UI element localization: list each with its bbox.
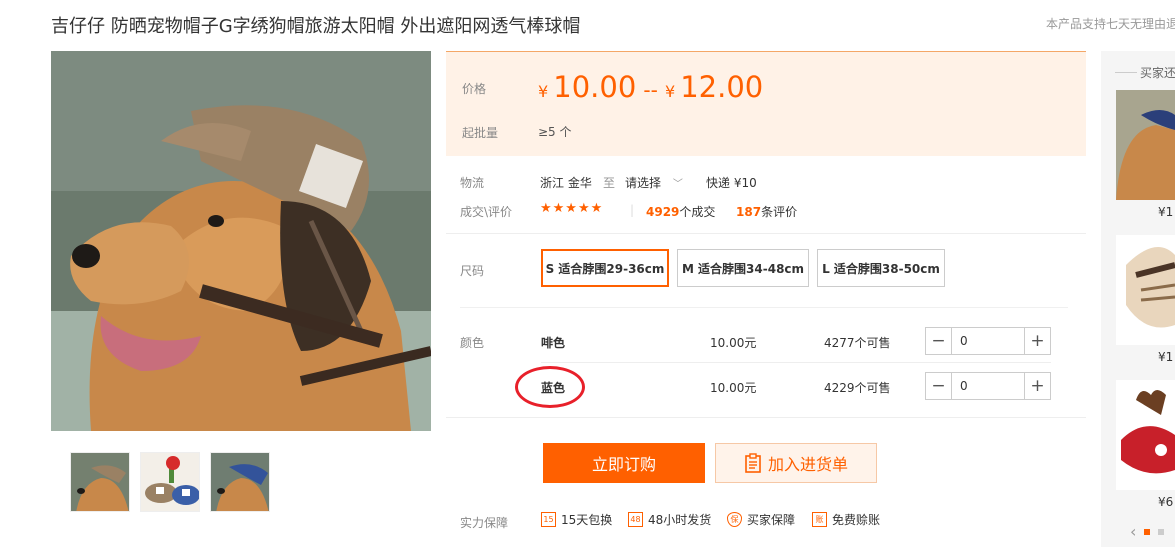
plus-icon[interactable]: + [1024, 328, 1050, 354]
price-max: 12.00 [680, 70, 764, 104]
recommend-price-3: ¥6 [1158, 495, 1174, 509]
divider [541, 362, 1051, 363]
15-icon: 15 [541, 512, 556, 527]
deals-label: 成交\评价 [460, 205, 513, 219]
guarantee-text: 买家保障 [747, 513, 796, 527]
recommend-pager: ‹ [1130, 522, 1165, 541]
color-price-blue: 10.00元 [710, 381, 757, 395]
quantity-input-brown[interactable]: 0 [952, 328, 1024, 354]
price-min: 10.00 [553, 70, 637, 104]
thumbnail-1[interactable] [70, 452, 130, 512]
color-label: 颜色 [460, 336, 485, 350]
minus-icon[interactable]: − [926, 373, 952, 399]
order-now-button[interactable]: 立即订购 [543, 443, 705, 483]
divider [446, 417, 1086, 418]
divider [460, 307, 1068, 308]
guarantee-item-3[interactable]: 保 买家保障 [727, 511, 795, 528]
recommend-item-3[interactable] [1116, 380, 1175, 490]
color-stock-brown: 4277个可售 [824, 336, 891, 350]
reviews-suffix: 条评价 [761, 205, 798, 219]
orders-count: 4929 [646, 205, 680, 219]
quantity-stepper-blue: − 0 + [925, 372, 1051, 400]
recommend-price-1: ¥1 [1158, 205, 1174, 219]
chevron-down-icon: ﹀ [672, 179, 683, 190]
highlight-circle-annotation [515, 366, 585, 408]
orders-suffix: 个成交 [679, 205, 716, 219]
logistics-label: 物流 [460, 176, 485, 190]
recommend-item-2[interactable] [1116, 235, 1175, 345]
recommend-title: 买家还 [1140, 66, 1175, 80]
product-main-image[interactable] [51, 51, 431, 431]
logistics-origin: 浙江 金华 [540, 176, 592, 190]
moq-label: 起批量 [462, 126, 499, 140]
product-title: 吉仔仔 防晒宠物帽子G字绣狗帽旅游太阳帽 外出遮阳网透气棒球帽 [51, 16, 581, 37]
add-to-cart-button[interactable]: 加入进货单 [715, 443, 877, 483]
currency-symbol: ¥ [664, 82, 676, 101]
moq-value: ≥5 个 [538, 125, 572, 139]
reviews-count-block[interactable]: 187条评价 [736, 203, 797, 220]
recommend-item-1[interactable] [1116, 90, 1175, 200]
express-fee: 快递 ¥10 [706, 176, 757, 190]
divider [446, 233, 1086, 234]
color-name-brown: 啡色 [541, 336, 566, 350]
quantity-input-blue[interactable]: 0 [952, 373, 1024, 399]
guarantee-text: 48小时发货 [648, 513, 712, 527]
minus-icon[interactable]: − [926, 328, 952, 354]
guarantee-item-4[interactable]: 账 免费赊账 [812, 511, 880, 528]
clipboard-icon [745, 453, 761, 473]
thumbnail-2[interactable] [140, 452, 200, 512]
pager-dot-active[interactable] [1144, 528, 1151, 535]
price-separator: -- [643, 78, 658, 102]
destination-value: 请选择 [625, 176, 662, 190]
48-icon: 48 [628, 512, 643, 527]
side-title-line [1115, 72, 1137, 73]
size-option-m[interactable]: M 适合脖围34-48cm [677, 249, 809, 287]
price-range: ¥ 10.00 -- ¥ 12.00 [538, 70, 763, 104]
thumbnail-strip [70, 452, 270, 512]
shield-icon: 保 [727, 512, 742, 527]
guarantee-text: 15天包换 [561, 513, 613, 527]
color-price-brown: 10.00元 [710, 336, 757, 350]
guarantee-label: 实力保障 [460, 516, 509, 530]
thumbnail-3[interactable] [210, 452, 270, 512]
size-label: 尺码 [460, 264, 485, 278]
guarantee-item-1[interactable]: 15 15天包换 [541, 511, 612, 528]
add-to-cart-label: 加入进货单 [767, 455, 848, 474]
currency-symbol: ¥ [538, 82, 549, 101]
size-option-l[interactable]: L 适合脖围38-50cm [817, 249, 945, 287]
reviews-count: 187 [736, 205, 762, 219]
quantity-stepper-brown: − 0 + [925, 327, 1051, 355]
chevron-left-icon[interactable]: ‹ [1130, 522, 1136, 541]
recommend-price-2: ¥1 [1158, 350, 1174, 364]
orders-count-block[interactable]: 4929个成交 [646, 203, 715, 220]
pager-dot[interactable] [1158, 528, 1165, 535]
destination-select[interactable]: 请选择 ﹀ [625, 174, 683, 191]
plus-icon[interactable]: + [1024, 373, 1050, 399]
guarantee-text: 免费赊账 [832, 513, 881, 527]
size-option-s[interactable]: S 适合脖围29-36cm [541, 249, 669, 287]
guarantee-item-2[interactable]: 48 48小时发货 [628, 511, 711, 528]
logistics-to: 至 [603, 176, 616, 190]
price-panel: 价格 ¥ 10.00 -- ¥ 12.00 起批量 ≥5 个 [446, 51, 1086, 156]
free-icon: 账 [812, 512, 827, 527]
return-notice: 本产品支持七天无理由退 [1046, 17, 1175, 31]
divider-bar: | [630, 203, 635, 217]
rating-stars: ★★★★★ [540, 201, 604, 216]
price-label: 价格 [462, 82, 487, 96]
color-stock-blue: 4229个可售 [824, 381, 891, 395]
